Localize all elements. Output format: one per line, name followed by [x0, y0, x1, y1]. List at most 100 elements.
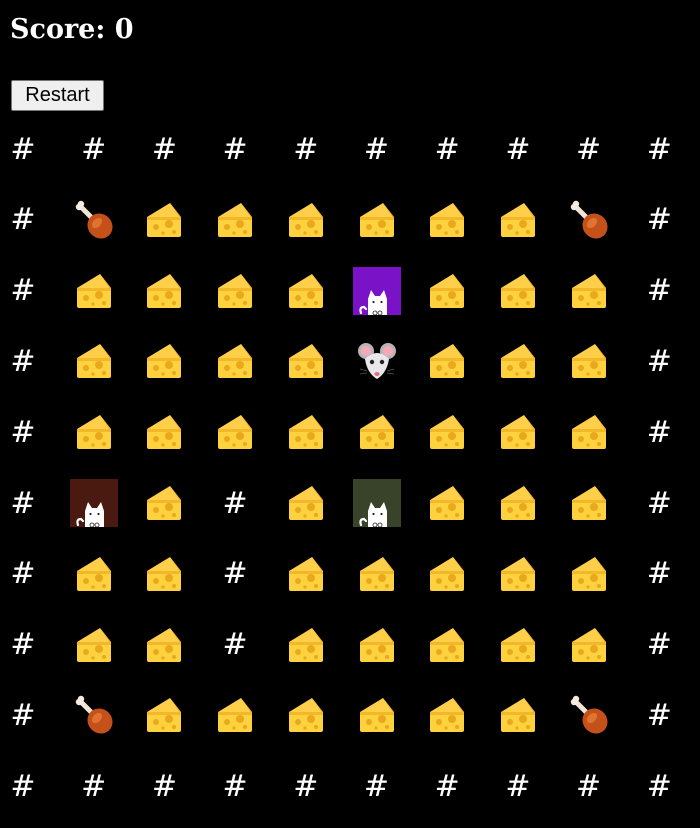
cheese-icon [561, 617, 617, 673]
cheese-icon [561, 263, 617, 319]
cheese-icon [136, 687, 192, 743]
wall-cell: # [10, 697, 36, 733]
wall-cell: # [222, 627, 248, 663]
wall-cell: # [434, 131, 460, 167]
wall-cell: # [10, 414, 36, 450]
wall-cell: # [10, 131, 36, 167]
wall-cell: # [293, 131, 319, 167]
cheese-icon [561, 546, 617, 602]
cheese-icon [278, 617, 334, 673]
cheese-icon [136, 546, 192, 602]
wall-cell: # [10, 343, 36, 379]
cheese-icon [278, 546, 334, 602]
wall-cell: # [646, 414, 672, 450]
wall-cell: # [646, 768, 672, 804]
cheese-icon [490, 404, 546, 460]
score-display: Score: 0 [10, 14, 134, 45]
cheese-icon [66, 404, 122, 460]
game-board: # # # # # # # # # # # # # # # # # # # # … [0, 115, 700, 825]
restart-button[interactable]: Restart [11, 80, 104, 111]
cheese-icon [278, 687, 334, 743]
cheese-icon [419, 263, 475, 319]
cheese-icon [66, 333, 122, 389]
wall-cell: # [505, 768, 531, 804]
wall-cell: # [576, 131, 602, 167]
wall-cell: # [646, 273, 672, 309]
wall-cell: # [81, 131, 107, 167]
wall-cell: # [646, 485, 672, 521]
wall-cell: # [10, 556, 36, 592]
wall-cell: # [10, 768, 36, 804]
wall-cell: # [293, 768, 319, 804]
cheese-icon [136, 333, 192, 389]
cheese-icon [349, 404, 405, 460]
wall-cell: # [646, 697, 672, 733]
wall-cell: # [81, 768, 107, 804]
cheese-icon [349, 192, 405, 248]
cheese-icon [66, 546, 122, 602]
cheese-icon [490, 192, 546, 248]
cat-icon-olive [349, 475, 405, 531]
wall-cell: # [505, 131, 531, 167]
wall-cell: # [363, 768, 390, 804]
wall-cell: # [646, 627, 672, 663]
cheese-icon [490, 333, 546, 389]
cheese-icon [561, 404, 617, 460]
cheese-icon [278, 475, 334, 531]
wall-cell: # [576, 768, 602, 804]
cheese-icon [207, 192, 263, 248]
drumstick-icon [66, 687, 122, 743]
cheese-icon [66, 617, 122, 673]
cheese-icon [207, 404, 263, 460]
cheese-icon [490, 617, 546, 673]
wall-cell: # [222, 768, 248, 804]
drumstick-icon [561, 687, 617, 743]
cheese-icon [419, 546, 475, 602]
wall-cell: # [151, 768, 177, 804]
cheese-icon [278, 404, 334, 460]
wall-cell: # [222, 485, 248, 521]
cheese-icon [561, 475, 617, 531]
cheese-icon [490, 687, 546, 743]
wall-cell: # [10, 273, 36, 309]
wall-cell: # [10, 485, 36, 521]
cheese-icon [419, 475, 475, 531]
cheese-icon [136, 617, 192, 673]
cheese-icon [278, 192, 334, 248]
drumstick-icon [66, 192, 122, 248]
cheese-icon [136, 475, 192, 531]
wall-cell: # [434, 768, 460, 804]
cheese-icon [490, 475, 546, 531]
cheese-icon [207, 333, 263, 389]
wall-cell: # [10, 627, 36, 663]
cheese-icon [136, 192, 192, 248]
cheese-icon [490, 546, 546, 602]
cat-icon-purple [349, 263, 405, 319]
cheese-icon [207, 687, 263, 743]
cheese-icon [278, 333, 334, 389]
cheese-icon [349, 687, 405, 743]
wall-cell: # [222, 556, 248, 592]
wall-cell: # [363, 131, 390, 167]
cat-icon-brown [66, 475, 122, 531]
cheese-icon [561, 333, 617, 389]
cheese-icon [136, 263, 192, 319]
wall-cell: # [646, 343, 672, 379]
cheese-icon [490, 263, 546, 319]
cheese-icon [419, 687, 475, 743]
cheese-icon [207, 263, 263, 319]
wall-cell: # [646, 202, 672, 238]
cheese-icon [419, 333, 475, 389]
drumstick-icon [561, 192, 617, 248]
cheese-icon [419, 617, 475, 673]
cheese-icon [349, 546, 405, 602]
wall-cell: # [646, 556, 672, 592]
mouse-icon [349, 333, 405, 389]
cheese-icon [349, 617, 405, 673]
cheese-icon [66, 263, 122, 319]
cheese-icon [136, 404, 192, 460]
cheese-icon [419, 404, 475, 460]
cheese-icon [278, 263, 334, 319]
cheese-icon [419, 192, 475, 248]
wall-cell: # [646, 131, 672, 167]
